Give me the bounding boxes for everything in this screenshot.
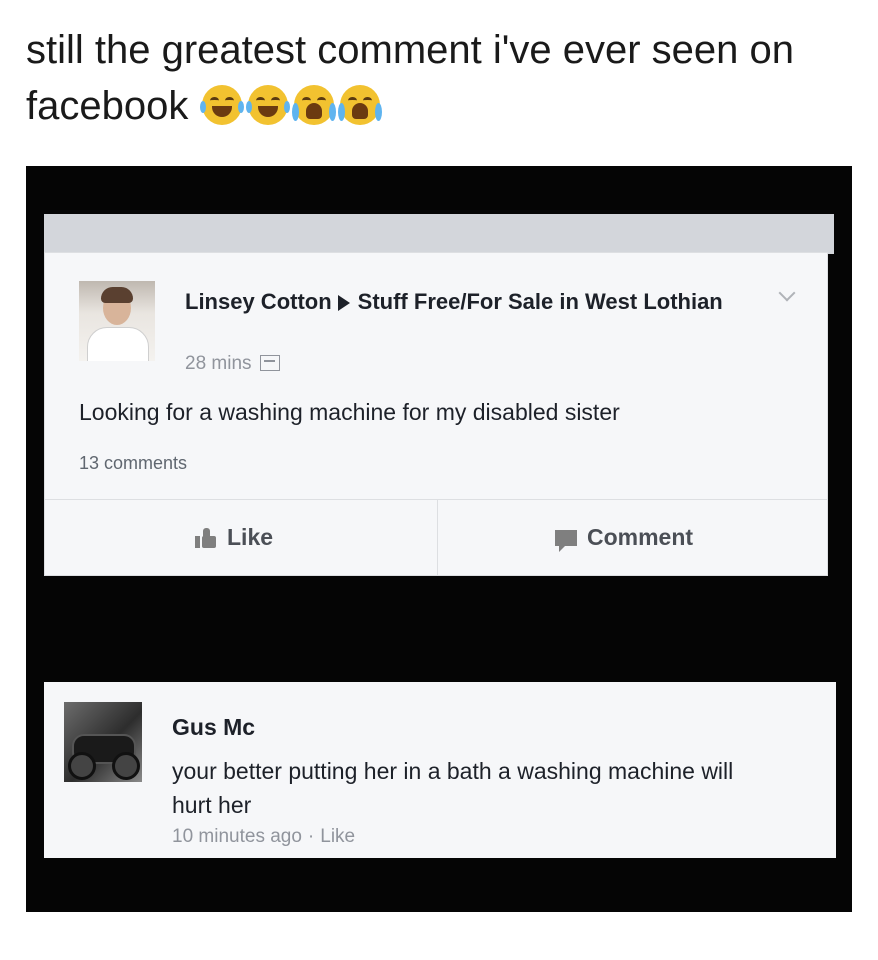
divider [437, 500, 438, 576]
comment-author-name[interactable]: Gus Mc [172, 714, 255, 741]
like-button[interactable]: Like [195, 524, 273, 551]
facebook-top-bar [44, 214, 834, 254]
comment-text: your better putting her in a bath a wash… [172, 758, 734, 818]
arrow-right-icon [337, 295, 350, 311]
comment-count-link[interactable]: 13 comments [79, 453, 187, 474]
comment-like-link[interactable]: Like [320, 826, 355, 847]
group-icon [259, 355, 280, 371]
speech-bubble-icon [555, 530, 577, 552]
like-button-label: Like [227, 524, 274, 550]
post-author-name[interactable]: Linsey Cotton [185, 289, 332, 314]
post-meta: 28 mins [185, 353, 280, 375]
separator-dot: · [307, 826, 315, 847]
comment: Gus Mc your better putting her in a bath… [44, 682, 836, 858]
post-action-bar: Like Comment [45, 499, 827, 576]
comment-button[interactable]: Comment [555, 524, 694, 552]
post-text: Looking for a washing machine for my dis… [79, 399, 620, 425]
post-timestamp[interactable]: 28 mins [185, 353, 252, 374]
thumbs-up-icon [195, 528, 217, 548]
post-group-name[interactable]: Stuff Free/For Sale in West Lothian [358, 289, 723, 314]
comment-author-avatar[interactable] [64, 702, 142, 782]
chevron-down-icon[interactable] [778, 284, 796, 302]
loudly-crying-face-icon [338, 85, 383, 125]
post-author-avatar[interactable] [79, 281, 155, 361]
caption-text: still the greatest comment i've ever see… [26, 28, 795, 128]
comment-button-label: Comment [587, 524, 694, 550]
post-header: Linsey Cotton Stuff Free/For Sale in West… [185, 285, 745, 319]
face-with-tears-of-joy-icon [200, 85, 245, 125]
comment-timestamp[interactable]: 10 minutes ago [172, 826, 302, 847]
face-with-tears-of-joy-icon [246, 85, 291, 125]
meme-caption: still the greatest comment i've ever see… [26, 22, 846, 134]
loudly-crying-face-icon [292, 85, 337, 125]
comment-meta: 10 minutes ago · Like [172, 826, 355, 848]
facebook-post: Linsey Cotton Stuff Free/For Sale in West… [44, 252, 828, 576]
